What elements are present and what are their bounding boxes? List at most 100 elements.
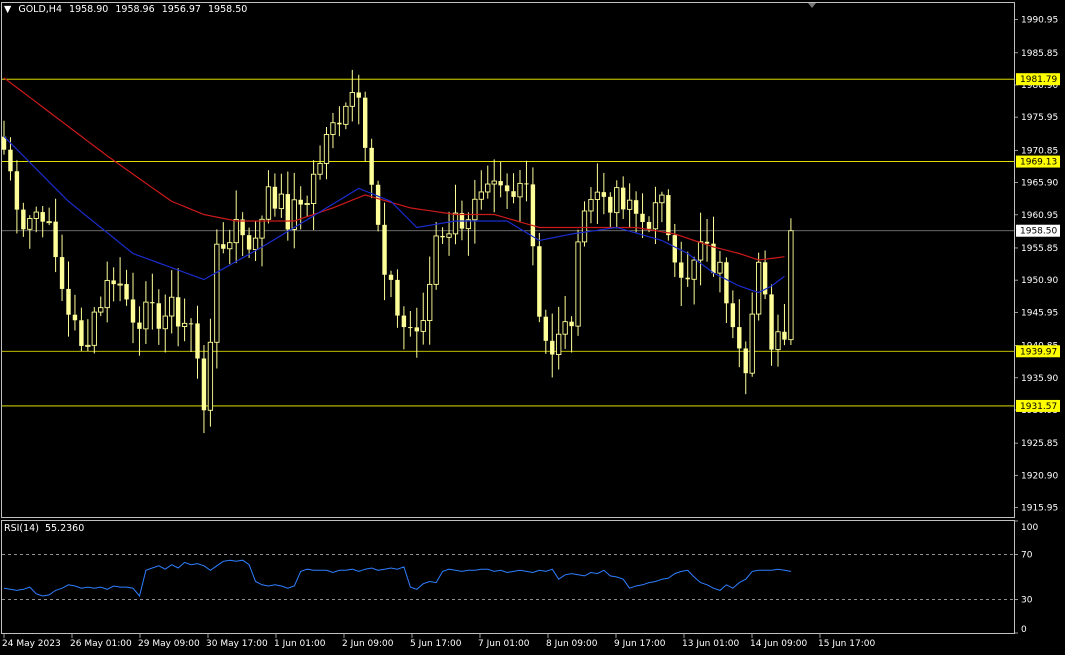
candle (375, 180, 381, 232)
price-tick-label: 1955.85 (1021, 244, 1058, 254)
candle-body-down (175, 297, 181, 327)
candle-body-down (511, 191, 516, 197)
candle-body-up (697, 241, 704, 261)
price-tick-label: 1985.85 (1021, 49, 1058, 59)
candle-body-up (652, 202, 659, 230)
candle-body-up (788, 230, 794, 341)
price-tick-label: 1925.85 (1021, 439, 1058, 449)
candle-body-up (265, 186, 272, 220)
candle (175, 268, 181, 347)
candle-body-down (440, 235, 445, 238)
candle-body-up (427, 283, 433, 322)
candle (79, 307, 84, 352)
candle-body-up (446, 233, 452, 238)
slow-ma-line (3, 77, 785, 261)
candle-body-up (627, 199, 633, 210)
candle (265, 170, 272, 224)
candle (756, 252, 762, 321)
price-tick-label: 1965.90 (1021, 179, 1058, 189)
candle (465, 212, 472, 256)
candle (214, 229, 220, 369)
candle (749, 292, 755, 377)
price-tick-label: 1950.90 (1021, 276, 1058, 286)
candle-body-down (79, 320, 84, 346)
candle-body-up (594, 191, 601, 200)
candle-body-up (343, 105, 349, 125)
price-tick-label: 1975.95 (1021, 113, 1058, 123)
candle (195, 305, 200, 379)
candle (150, 273, 155, 330)
candle (337, 106, 342, 137)
candle (556, 306, 562, 370)
candle-body-down (395, 279, 400, 316)
scroll-marker-icon[interactable] (808, 3, 816, 8)
current-price-label: 1958.50 (1020, 227, 1057, 237)
candle-body-up (330, 122, 336, 135)
candle-body-down (743, 348, 748, 374)
candle (717, 250, 723, 293)
time-tick-label: 2 Jun 09:00 (342, 639, 394, 649)
candle-body-up (233, 218, 239, 244)
candle-body-down (137, 322, 142, 329)
candle-body-up (214, 243, 220, 343)
candle (517, 169, 523, 222)
candle (524, 160, 529, 202)
candle-body-down (240, 219, 245, 236)
candle-body-up (91, 311, 97, 346)
candle-body-down (59, 257, 65, 289)
candle (323, 126, 330, 180)
candle (85, 319, 91, 352)
candle-body-up (485, 183, 491, 193)
candle (369, 138, 374, 199)
candle (14, 160, 20, 234)
candle-body-down (363, 97, 368, 148)
time-tick-label: 30 May 17:00 (206, 639, 268, 649)
candle (33, 206, 39, 233)
candle (504, 173, 510, 209)
time-tick-label: 26 May 01:00 (70, 639, 132, 649)
candle-body-up (104, 279, 110, 309)
candle-body-up (117, 283, 123, 286)
candle-body-down (782, 331, 787, 340)
candle (181, 298, 188, 342)
time-tick-label: 5 Jun 17:00 (410, 639, 462, 649)
candle (46, 207, 52, 226)
candle (697, 212, 704, 286)
candle (227, 229, 233, 265)
candle-body-up (478, 191, 484, 200)
candle-body-down (382, 224, 387, 275)
candle (221, 222, 226, 254)
candle-body-up (259, 218, 265, 239)
candle (691, 256, 697, 305)
candle (621, 176, 626, 219)
time-tick-label: 8 Jun 09:00 (546, 639, 598, 649)
candle (446, 211, 452, 256)
chart-canvas[interactable]: 1990.951985.851980.901975.951970.851965.… (0, 0, 1065, 655)
rsi-tick-label: 70 (1021, 551, 1033, 561)
candle-body-up (310, 173, 317, 204)
horizontal-levels (2, 78, 1014, 407)
candle (581, 201, 588, 247)
candle (575, 229, 581, 336)
candle-body-down (621, 187, 626, 210)
candle-body-up (659, 194, 665, 204)
candle-body-down (711, 243, 716, 274)
candle-body-up (775, 331, 781, 351)
candle-body-up (717, 261, 723, 274)
candle (472, 179, 478, 244)
candle-body-down (569, 321, 574, 327)
candle (104, 261, 110, 323)
moving-averages (3, 77, 785, 294)
time-tick-label: 1 Jun 01:00 (274, 639, 326, 649)
candle (252, 221, 259, 262)
candle-body-up (278, 193, 284, 210)
candle (66, 261, 71, 337)
candle-body-down (730, 303, 736, 328)
candle (737, 299, 742, 368)
rsi-panel: 100 70 30 0 (2, 520, 1038, 635)
candle (349, 69, 355, 122)
candle (207, 318, 214, 427)
candle-body-down (201, 358, 207, 411)
candle (704, 218, 710, 262)
price-tick-label: 1920.90 (1021, 471, 1058, 481)
